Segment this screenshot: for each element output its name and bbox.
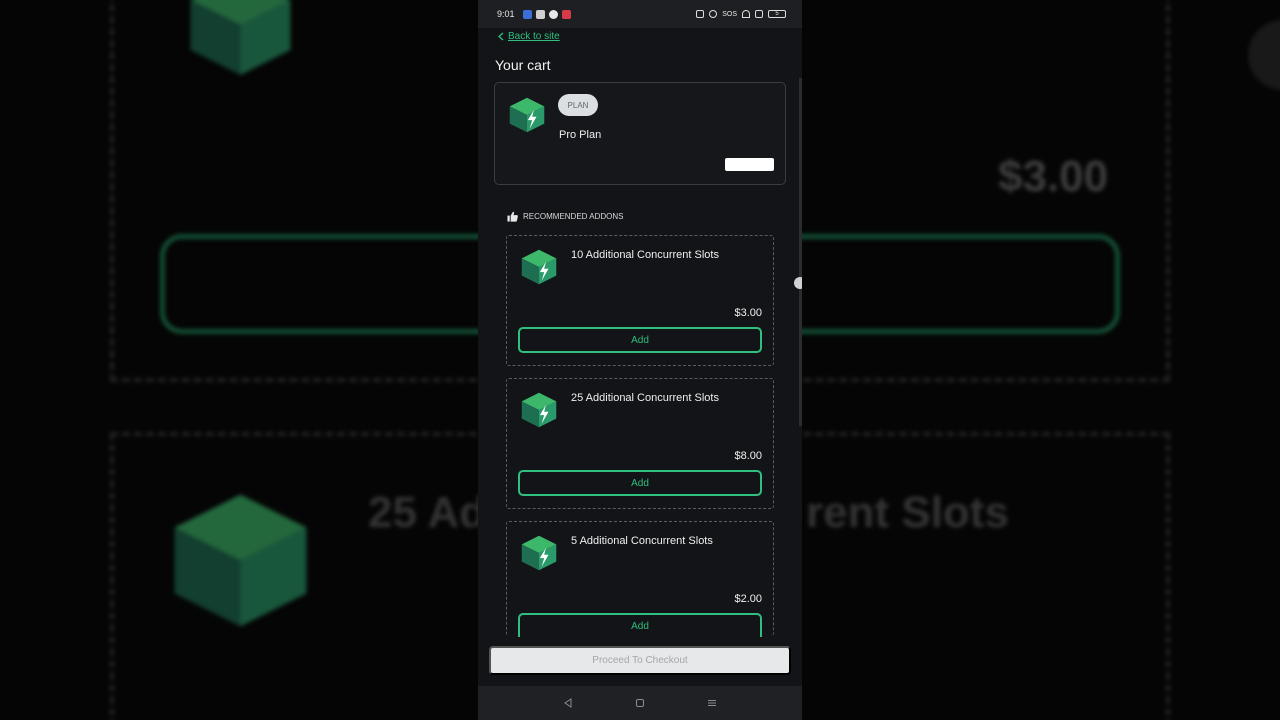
status-time: 9:01 — [497, 9, 515, 19]
gmail-icon — [535, 9, 545, 19]
addon-name: 10 Additional Concurrent Slots — [571, 249, 719, 261]
recommended-addons-heading: RECOMMENDED ADDONS — [507, 211, 623, 222]
google-icon — [548, 9, 558, 19]
android-nav-bar — [478, 686, 802, 720]
scrollbar-track[interactable] — [799, 78, 802, 426]
mute-icon — [709, 10, 718, 18]
addon-card: 5 Additional Concurrent Slots $2.00 Add — [506, 521, 774, 637]
wifi-icon — [742, 10, 750, 18]
add-addon-button[interactable]: Add — [518, 327, 762, 353]
plan-price-box — [725, 158, 774, 171]
nav-menu-icon[interactable] — [707, 698, 717, 708]
plan-badge: PLAN — [558, 94, 598, 116]
add-addon-button[interactable]: Add — [518, 613, 762, 637]
youtube-icon — [561, 9, 571, 19]
notification-app-icon — [522, 9, 532, 19]
screen: $3.00 25 Ad rent Slots 9:01 SOS 5 Back t… — [0, 0, 1280, 720]
addon-price: $8.00 — [734, 450, 762, 462]
bg-cube-icon — [190, 0, 291, 75]
add-addon-button[interactable]: Add — [518, 470, 762, 496]
cube-bolt-icon — [521, 535, 557, 571]
phone-screen: 9:01 SOS 5 Back to site Your cart PLAN P… — [478, 0, 802, 720]
status-bar: 9:01 SOS 5 — [478, 0, 802, 28]
page-title: Your cart — [495, 57, 551, 73]
status-right: SOS 5 — [696, 10, 786, 18]
signal-text: SOS — [722, 10, 737, 18]
cart-content: Back to site Your cart PLAN Pro Plan REC… — [478, 28, 802, 686]
cube-bolt-icon — [521, 392, 557, 428]
battery-icon: 5 — [768, 10, 786, 18]
addon-name: 25 Additional Concurrent Slots — [571, 392, 719, 404]
sim-icon — [755, 10, 763, 18]
recommended-addons-label: RECOMMENDED ADDONS — [523, 212, 624, 221]
nav-back-icon[interactable] — [563, 698, 573, 708]
addon-price: $3.00 — [734, 307, 762, 319]
nfc-icon — [696, 10, 705, 18]
plan-name: Pro Plan — [559, 129, 602, 141]
addon-price: $2.00 — [734, 593, 762, 605]
bg-text-left: 25 Ad — [368, 488, 487, 537]
addon-name: 5 Additional Concurrent Slots — [571, 535, 713, 547]
bg-cube-icon-2 — [174, 494, 307, 627]
back-label: Back to site — [508, 31, 560, 42]
proceed-to-checkout-button[interactable]: Proceed To Checkout — [489, 646, 791, 675]
nav-home-icon[interactable] — [635, 698, 645, 708]
addon-card: 10 Additional Concurrent Slots $3.00 Add — [506, 235, 774, 366]
chevron-left-icon — [498, 32, 504, 41]
back-to-site-link[interactable]: Back to site — [498, 31, 560, 42]
bg-price: $3.00 — [998, 152, 1109, 201]
plan-card: PLAN Pro Plan — [494, 82, 786, 185]
scroll-handle[interactable] — [794, 277, 802, 289]
cube-bolt-icon — [509, 97, 545, 133]
bg-circle — [1248, 20, 1280, 90]
thumbs-up-icon — [507, 211, 518, 222]
bg-text-right: rent Slots — [806, 488, 1009, 537]
addon-card: 25 Additional Concurrent Slots $8.00 Add — [506, 378, 774, 509]
cube-bolt-icon — [521, 249, 557, 285]
